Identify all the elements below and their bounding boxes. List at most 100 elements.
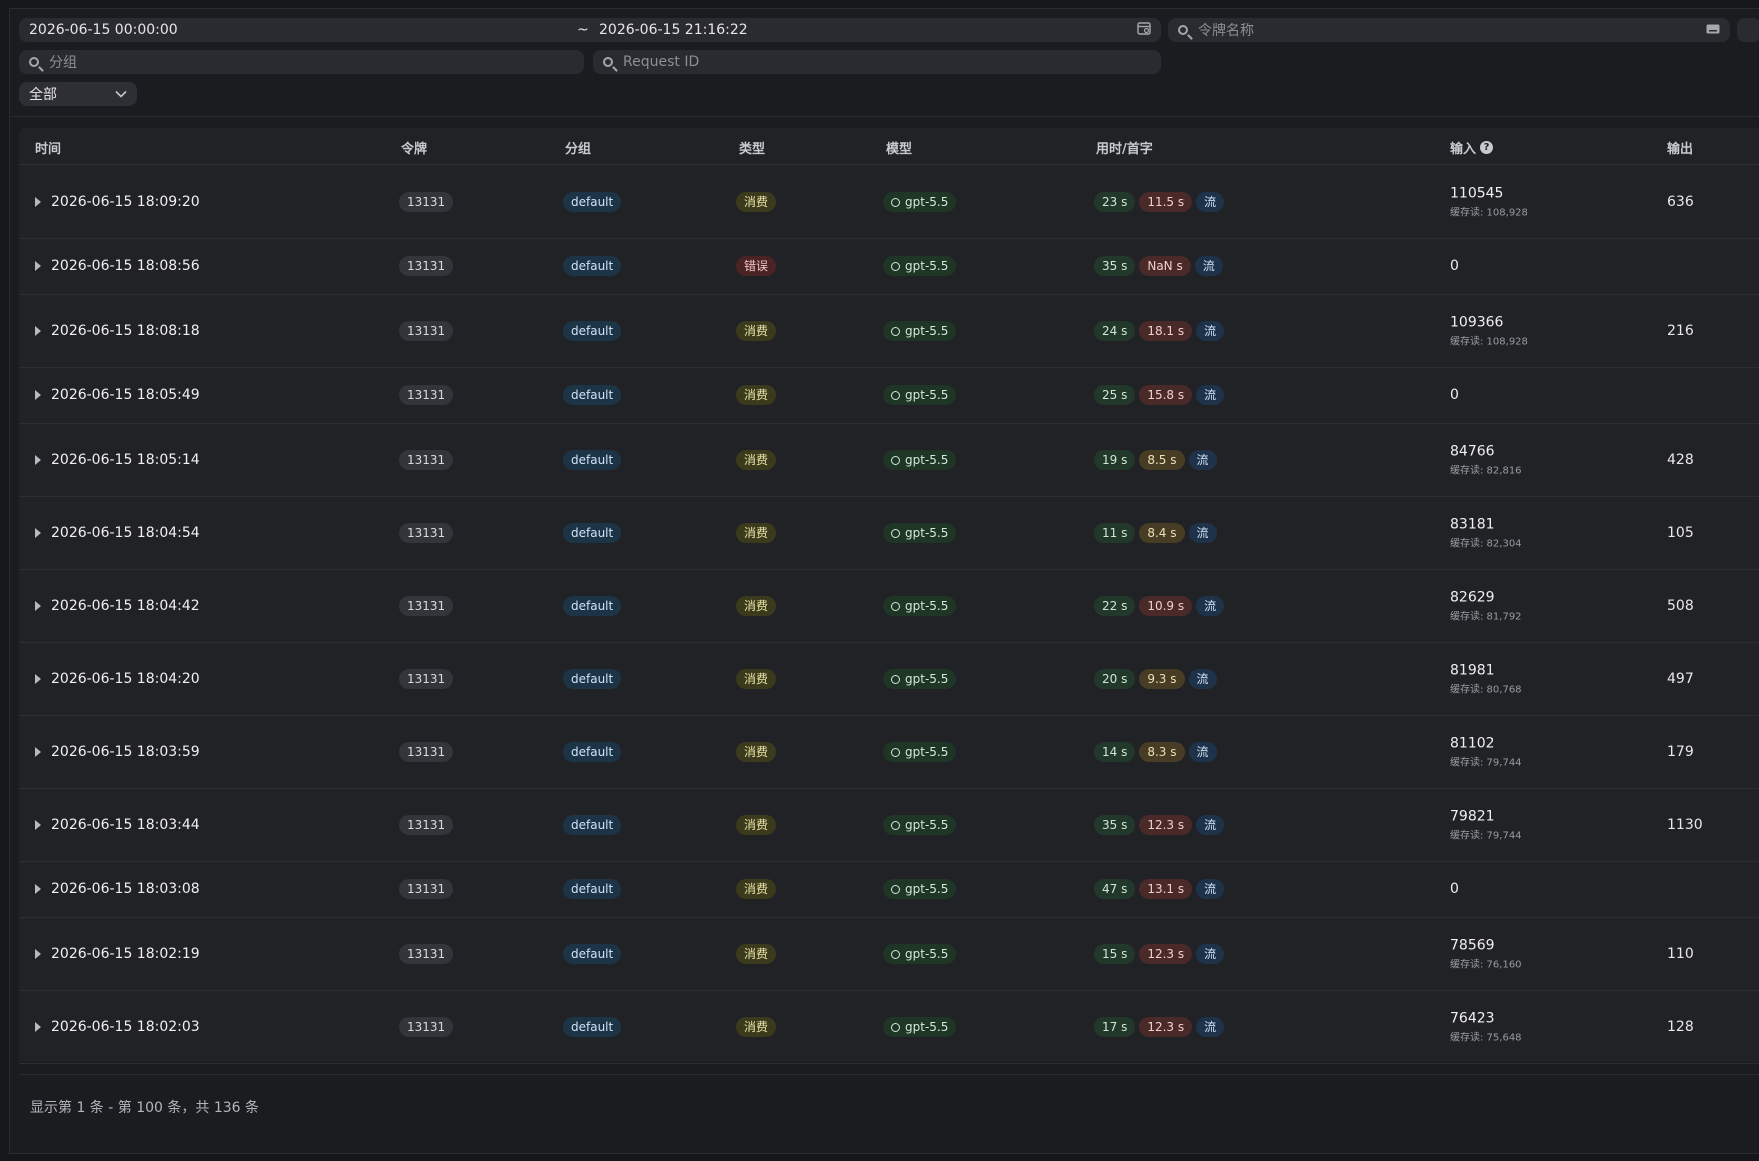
input-cell: 78569 缓存读: 76,160 <box>1450 937 1522 970</box>
time-cell[interactable]: 2026-06-15 18:03:44 <box>35 817 200 833</box>
type-cell: 消费 <box>736 385 777 405</box>
time-value: 2026-06-15 18:08:56 <box>51 258 200 274</box>
model-tag[interactable]: gpt-5.5 <box>883 741 957 762</box>
model-tag[interactable]: gpt-5.5 <box>883 320 957 341</box>
expand-caret-icon[interactable] <box>35 527 41 538</box>
time-cell[interactable]: 2026-06-15 18:05:49 <box>35 387 200 403</box>
group-cell: default <box>563 522 622 543</box>
expand-caret-icon[interactable] <box>35 1021 41 1032</box>
table-row[interactable]: 2026-06-15 18:08:18 13131 default 消费 gpt-5.5… <box>19 294 1759 368</box>
header-type[interactable]: 类型 <box>739 138 765 157</box>
header-output[interactable]: 输出 <box>1667 138 1693 157</box>
time-cell[interactable]: 2026-06-15 18:03:59 <box>35 744 200 760</box>
model-tag[interactable]: gpt-5.5 <box>883 191 957 212</box>
input-tokens: 79821 <box>1450 808 1495 824</box>
type-cell: 消费 <box>736 1016 777 1037</box>
help-icon[interactable]: ? <box>1480 141 1494 154</box>
table-row[interactable]: 2026-06-15 18:04:42 13131 default 消费 gpt-5.5… <box>19 569 1759 643</box>
token-name-input[interactable]: 令牌名称 <box>1168 18 1730 42</box>
duration-tag: 25 s <box>1094 385 1136 405</box>
header-group[interactable]: 分组 <box>565 138 591 157</box>
output-cell: 110 <box>1667 946 1694 962</box>
header-duration[interactable]: 用时/首字 <box>1096 138 1153 157</box>
input-tokens: 81102 <box>1450 735 1495 751</box>
group-cell: default <box>563 741 622 762</box>
table-row[interactable]: 2026-06-15 18:03:59 13131 default 消费 gpt-5.5… <box>19 715 1759 789</box>
table-row[interactable]: 2026-06-15 18:08:56 13131 default 错误 gpt-5.5… <box>19 238 1759 295</box>
time-cell[interactable]: 2026-06-15 18:04:20 <box>35 671 200 687</box>
time-cell[interactable]: 2026-06-15 18:03:08 <box>35 881 200 897</box>
token-cell: 13131 <box>399 879 454 899</box>
time-cell[interactable]: 2026-06-15 18:02:19 <box>35 946 200 962</box>
time-cell[interactable]: 2026-06-15 18:09:20 <box>35 194 200 210</box>
type-tag: 消费 <box>736 1016 777 1037</box>
table-row[interactable]: 2026-06-15 18:04:20 13131 default 消费 gpt-5.5… <box>19 642 1759 716</box>
expand-caret-icon[interactable] <box>35 261 41 271</box>
stream-tag: 流 <box>1196 595 1225 616</box>
time-cell[interactable]: 2026-06-15 18:04:42 <box>35 598 200 614</box>
expand-caret-icon[interactable] <box>35 948 41 959</box>
group-tag: default <box>563 256 622 276</box>
search-icon <box>29 57 39 67</box>
input-cell: 110545 缓存读: 108,928 <box>1450 185 1528 218</box>
header-model[interactable]: 模型 <box>886 138 912 157</box>
time-cell[interactable]: 2026-06-15 18:08:56 <box>35 258 200 274</box>
type-select[interactable]: 全部 <box>19 82 137 106</box>
model-tag[interactable]: gpt-5.5 <box>883 879 957 899</box>
expand-caret-icon[interactable] <box>35 196 41 207</box>
model-tag[interactable]: gpt-5.5 <box>883 595 957 616</box>
expand-caret-icon[interactable] <box>35 600 41 611</box>
expand-caret-icon[interactable] <box>35 673 41 684</box>
table-row[interactable]: 2026-06-15 18:03:08 13131 default 消费 gpt-5.5… <box>19 861 1759 918</box>
header-time[interactable]: 时间 <box>35 138 61 157</box>
table-row[interactable]: 2026-06-15 18:04:54 13131 default 消费 gpt-5.5… <box>19 496 1759 570</box>
expand-caret-icon[interactable] <box>35 390 41 400</box>
model-tag[interactable]: gpt-5.5 <box>883 522 957 543</box>
model-name: gpt-5.5 <box>905 259 949 273</box>
model-tag[interactable]: gpt-5.5 <box>883 256 957 276</box>
header-token[interactable]: 令牌 <box>401 138 427 157</box>
time-cell[interactable]: 2026-06-15 18:02:03 <box>35 1019 200 1035</box>
time-cell[interactable]: 2026-06-15 18:08:18 <box>35 323 200 339</box>
table-row[interactable]: 2026-06-15 18:05:49 13131 default 消费 gpt-5.5… <box>19 367 1759 424</box>
expand-caret-icon[interactable] <box>35 454 41 465</box>
edge-button-partial[interactable] <box>1737 18 1759 42</box>
input-tokens: 0 <box>1450 387 1459 403</box>
model-tag[interactable]: gpt-5.5 <box>883 814 957 835</box>
model-tag[interactable]: gpt-5.5 <box>883 385 957 405</box>
duration-cell: 15 s 12.3 s流 <box>1094 943 1225 964</box>
header-input[interactable]: 输入 ? <box>1450 138 1494 157</box>
calendar-icon[interactable] <box>1137 21 1151 39</box>
group-input[interactable]: 分组 <box>19 50 584 74</box>
table-row[interactable]: 2026-06-15 18:02:19 13131 default 消费 gpt-5.5… <box>19 917 1759 991</box>
openai-icon <box>891 820 900 830</box>
group-tag: default <box>563 879 622 899</box>
model-cell: gpt-5.5 <box>883 879 957 899</box>
expand-caret-icon[interactable] <box>35 884 41 894</box>
table-row[interactable]: 2026-06-15 18:05:14 13131 default 消费 gpt-5.5… <box>19 423 1759 497</box>
time-cell[interactable]: 2026-06-15 18:05:14 <box>35 452 200 468</box>
duration-cell: 20 s 9.3 s流 <box>1094 668 1217 689</box>
group-tag: default <box>563 741 622 762</box>
time-value: 2026-06-15 18:08:18 <box>51 322 200 339</box>
time-cell[interactable]: 2026-06-15 18:04:54 <box>35 525 200 541</box>
model-tag[interactable]: gpt-5.5 <box>883 668 957 689</box>
model-tag[interactable]: gpt-5.5 <box>883 943 957 964</box>
table-row[interactable]: 2026-06-15 18:03:44 13131 default 消费 gpt-5.5… <box>19 788 1759 862</box>
date-end-value: 2026-06-15 21:16:22 <box>599 22 748 38</box>
group-tag: default <box>563 814 622 835</box>
request-id-placeholder: Request ID <box>623 54 700 70</box>
expand-caret-icon[interactable] <box>35 746 41 757</box>
first-token-tag: NaN s <box>1139 256 1191 276</box>
table-row[interactable]: 2026-06-15 18:02:03 13131 default 消费 gpt-5.5… <box>19 990 1759 1064</box>
date-range-picker[interactable]: 2026-06-15 00:00:00 ~ 2026-06-15 21:16:2… <box>19 18 1161 42</box>
output-cell: 508 <box>1667 598 1694 614</box>
keyboard-icon[interactable] <box>1706 22 1720 38</box>
model-tag[interactable]: gpt-5.5 <box>883 1016 957 1037</box>
expand-caret-icon[interactable] <box>35 325 41 336</box>
request-id-input[interactable]: Request ID <box>593 50 1161 74</box>
expand-caret-icon[interactable] <box>35 819 41 830</box>
model-tag[interactable]: gpt-5.5 <box>883 449 957 470</box>
table-row[interactable]: 2026-06-15 18:09:20 13131 default 消费 gpt-5.5… <box>19 165 1759 239</box>
token-cell: 13131 <box>399 1016 454 1037</box>
